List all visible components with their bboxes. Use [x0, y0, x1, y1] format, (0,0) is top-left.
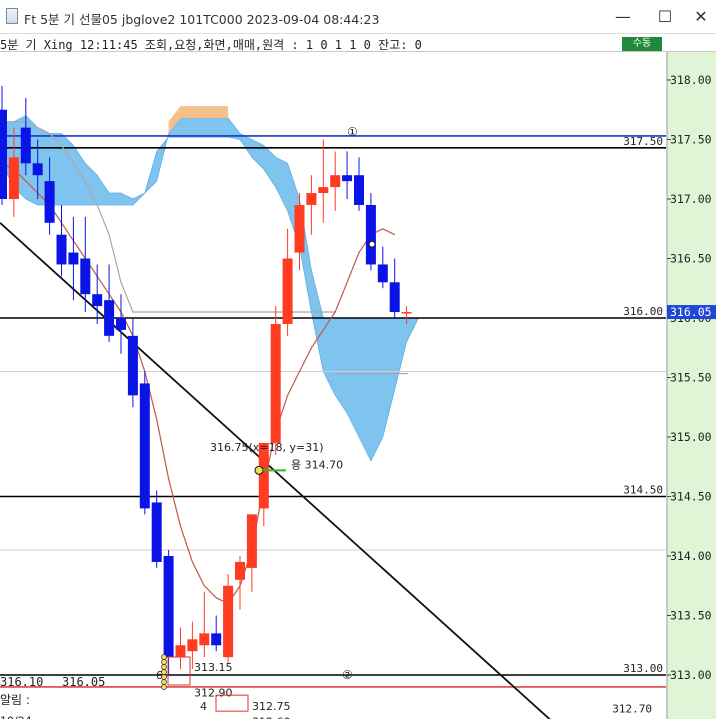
candle-body[interactable] — [104, 300, 115, 336]
candle-body[interactable] — [151, 502, 162, 562]
candle-body[interactable] — [56, 234, 67, 265]
candle-body[interactable] — [389, 282, 400, 313]
candle-body[interactable] — [246, 514, 257, 568]
candle-body[interactable] — [8, 157, 19, 199]
candle-body[interactable] — [306, 193, 317, 205]
candle-body[interactable] — [354, 175, 364, 205]
candle-body[interactable] — [20, 127, 31, 164]
open-circle-marker — [368, 240, 376, 248]
y-tick-label: 315.50 — [670, 371, 712, 385]
mode-badge[interactable]: 수동 — [622, 37, 662, 51]
candle-body[interactable] — [32, 163, 43, 176]
candle-body[interactable] — [377, 264, 388, 283]
title-bar: Ft 5분 기 선물05 jbglove2 101TC000 2023-09-0… — [0, 0, 716, 34]
y-tick-label: 313.50 — [670, 609, 712, 623]
y-tick-label: 317.50 — [670, 133, 712, 147]
candle-body[interactable] — [235, 561, 245, 580]
trend-point-marker[interactable] — [254, 465, 264, 475]
left-price-label-1: 316.10 — [0, 675, 43, 689]
candle-body[interactable] — [294, 204, 305, 253]
date-label: 10/24 — [0, 715, 32, 719]
candle-body[interactable] — [139, 383, 150, 509]
left-price-label-2: 316.05 — [62, 675, 105, 689]
signal-dot — [161, 679, 167, 685]
candle-body[interactable] — [80, 258, 91, 295]
price-chart[interactable]: 317.50 316.00 314.50 313.00 316.75(x=18, y=3… — [0, 52, 716, 719]
circle-marker-2: ② — [342, 668, 353, 682]
low-price-label-4: 312.60 — [252, 716, 291, 719]
candle-body[interactable] — [330, 175, 341, 188]
candle-body[interactable] — [44, 181, 55, 223]
signal-dot — [161, 684, 167, 690]
maximize-button[interactable]: ☐ — [654, 6, 676, 28]
candle-body[interactable] — [199, 633, 210, 646]
low-price-label-2: 312.90 — [194, 686, 233, 699]
candle-body[interactable] — [223, 585, 234, 658]
candle-body[interactable] — [127, 335, 138, 396]
y-tick-label: 315.00 — [670, 430, 712, 444]
candle-body[interactable] — [401, 312, 412, 314]
signal-dot — [161, 659, 167, 665]
alarm-label: 알림 : — [0, 693, 30, 707]
candle-body[interactable] — [270, 323, 281, 443]
y-tick-label: 318.00 — [670, 73, 712, 87]
candle-body[interactable] — [342, 175, 353, 182]
candle-body[interactable] — [211, 633, 222, 646]
candle-body[interactable] — [0, 109, 7, 199]
signal-dot — [161, 674, 167, 680]
candle-body[interactable] — [282, 258, 293, 324]
right-level-label: 312.70 — [612, 703, 652, 716]
candle-body[interactable] — [365, 204, 376, 265]
y-tick-label: 314.00 — [670, 549, 712, 563]
close-button[interactable]: ✕ — [690, 6, 712, 28]
low-price-label-3: 312.75 — [252, 700, 291, 713]
signal-dot — [161, 669, 167, 675]
signal-dot — [161, 654, 167, 660]
document-icon — [6, 8, 18, 24]
low-price-label: 313.15 — [194, 661, 233, 674]
status-info-text: 5분 기 Xing 12:11:45 조회,요청,화면,매매,원격 : 1 0 … — [0, 38, 422, 52]
y-tick-label: 313.00 — [670, 668, 712, 682]
level-line-label: 313.00 — [623, 662, 663, 675]
level-line-label: 314.50 — [623, 484, 663, 497]
y-tick-label: 314.50 — [670, 490, 712, 504]
candle-body[interactable] — [175, 645, 186, 658]
trend-annotation-label: 용 314.70 — [291, 458, 343, 471]
level-line-label: 317.50 — [623, 135, 663, 148]
candle-body[interactable] — [318, 187, 329, 194]
fib-annotation-label: 316.75(x=18, y=31) — [210, 441, 324, 454]
candle-body[interactable] — [92, 294, 103, 307]
candle-body[interactable] — [163, 556, 174, 658]
candle-body[interactable] — [68, 252, 79, 265]
circle-marker-1: ① — [347, 125, 358, 139]
window-title: Ft 5분 기 선물05 jbglove2 101TC000 2023-09-0… — [24, 12, 380, 27]
level-line-label: 316.00 — [623, 305, 663, 318]
candle-body[interactable] — [187, 639, 198, 652]
marker-4-label: 4 — [200, 700, 207, 713]
signal-dot — [161, 664, 167, 670]
candle-body[interactable] — [116, 318, 126, 330]
y-tick-label: 316.50 — [670, 252, 712, 266]
minimize-button[interactable]: — — [612, 6, 634, 28]
current-price-label: 316.05 — [670, 305, 712, 319]
y-tick-label: 317.00 — [670, 192, 712, 206]
status-info-bar: 5분 기 Xing 12:11:45 조회,요청,화면,매매,원격 : 1 0 … — [0, 34, 716, 52]
